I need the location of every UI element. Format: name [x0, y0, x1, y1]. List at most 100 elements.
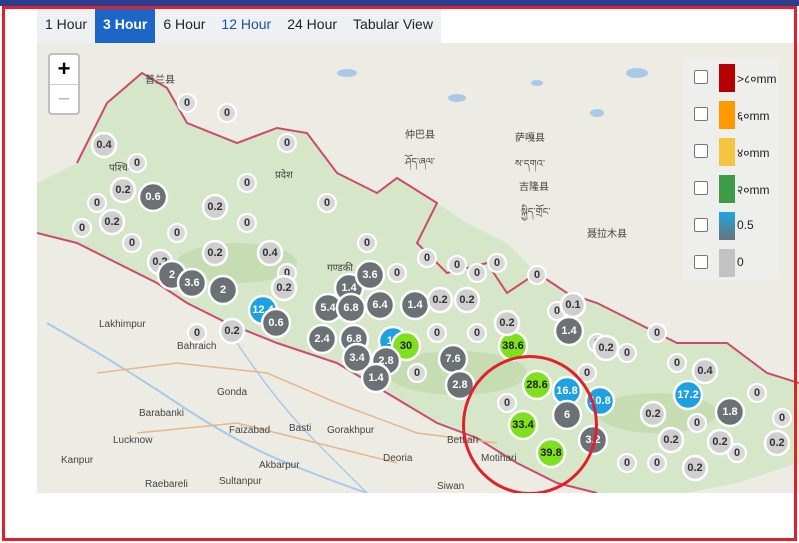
- station-marker-label: 3.6: [362, 269, 377, 281]
- rainfall-legend: >८०mm ६०mm ४०mm २०mm 0.5 0: [683, 58, 779, 280]
- station-marker-label: 33.4: [512, 419, 534, 431]
- station-marker-label: 0.1: [565, 299, 580, 311]
- station-marker-label: 0: [424, 252, 430, 264]
- place-label: ཤོད་ཞལ་: [404, 154, 435, 170]
- station-marker-label: 0: [364, 237, 370, 249]
- station-marker-label: 0.6: [268, 317, 283, 329]
- station-marker-label: 0.2: [207, 247, 222, 259]
- tab-12-hour[interactable]: 12 Hour: [213, 7, 279, 43]
- legend-label: >८०mm: [737, 72, 777, 86]
- legend-checkbox[interactable]: [694, 181, 708, 195]
- place-label: Basti: [289, 423, 311, 434]
- station-marker-label: 0: [474, 327, 480, 339]
- station-marker-label: 30: [400, 340, 412, 352]
- station-marker-label: 1.4: [368, 372, 384, 384]
- place-label: Akbarpur: [259, 460, 300, 471]
- tab-24-hour[interactable]: 24 Hour: [279, 7, 345, 43]
- lake-shape: [590, 109, 604, 117]
- tab-6-hour[interactable]: 6 Hour: [155, 7, 213, 43]
- station-marker-label: 6: [564, 409, 570, 421]
- zoom-in-button[interactable]: +: [50, 55, 78, 85]
- legend-row: >८०mm: [683, 60, 779, 92]
- station-marker-label: 0: [654, 327, 660, 339]
- place-label: Gorakhpur: [327, 425, 375, 436]
- station-marker-label: 6.4: [372, 299, 388, 311]
- station-marker-label: 0.2: [499, 317, 514, 329]
- station-marker-label: 0: [244, 217, 250, 229]
- station-marker-label: 0.2: [459, 294, 474, 306]
- station-marker-label: 0: [79, 222, 85, 234]
- station-marker-label: 0: [324, 197, 330, 209]
- legend-swatch: [719, 101, 735, 129]
- station-marker-label: 28.6: [526, 379, 547, 391]
- time-range-tabs: 1 Hour 3 Hour 6 Hour 12 Hour 24 Hour Tab…: [37, 7, 441, 43]
- station-marker-label: 0: [754, 387, 760, 399]
- station-marker-label: 0.2: [645, 408, 660, 420]
- legend-label: ६०mm: [737, 109, 770, 123]
- legend-row: २०mm: [683, 171, 779, 203]
- station-marker-label: 0.2: [432, 294, 447, 306]
- place-label: Siwan: [437, 481, 464, 492]
- legend-row: 0: [683, 245, 779, 277]
- station-marker-label: 0: [194, 327, 200, 339]
- place-label: Motihari: [481, 453, 517, 464]
- station-marker-label: 0.4: [697, 365, 713, 377]
- legend-checkbox[interactable]: [694, 107, 708, 121]
- station-marker-label: 7.6: [445, 353, 460, 365]
- tab-1-hour[interactable]: 1 Hour: [37, 7, 95, 43]
- legend-checkbox[interactable]: [694, 70, 708, 84]
- legend-label: 0.5: [737, 218, 754, 232]
- station-marker-label: 0: [624, 347, 630, 359]
- legend-row: ६०mm: [683, 97, 779, 129]
- legend-row: ४०mm: [683, 134, 779, 166]
- station-marker-label: 0.2: [687, 462, 702, 474]
- place-label: Lakhimpur: [99, 319, 146, 330]
- station-marker-label: 1.4: [561, 325, 577, 337]
- station-marker-label: 1.8: [722, 406, 737, 418]
- place-label: Lucknow: [113, 435, 153, 446]
- station-marker-label: 2.8: [452, 379, 467, 391]
- station-marker-label: 38.6: [502, 340, 523, 352]
- station-marker-label: 2.4: [314, 333, 330, 345]
- place-label: 吉隆县: [519, 180, 549, 193]
- place-label: Barabanki: [139, 408, 184, 419]
- place-label: Raebareli: [145, 479, 188, 490]
- legend-row: 0.5: [683, 208, 779, 240]
- station-marker-label: 0: [434, 327, 440, 339]
- legend-checkbox[interactable]: [694, 144, 708, 158]
- station-marker-label: 0: [494, 257, 500, 269]
- tab-3-hour[interactable]: 3 Hour: [95, 7, 156, 43]
- lake-shape: [337, 69, 357, 77]
- station-marker-label: 3.6: [184, 277, 199, 289]
- station-marker-label: 0.2: [663, 434, 678, 446]
- station-marker-label: 39.8: [540, 447, 561, 459]
- station-marker-label: 0: [654, 457, 660, 469]
- legend-checkbox[interactable]: [694, 255, 708, 269]
- station-marker-label: 6.8: [343, 302, 358, 314]
- place-label: Sultanpur: [219, 476, 262, 487]
- station-marker-label: 5.4: [320, 302, 336, 314]
- zoom-out-button[interactable]: −: [50, 85, 78, 114]
- station-marker-label: 0: [454, 259, 460, 271]
- station-marker-label: 0: [414, 367, 420, 379]
- place-label: 仲巴县: [405, 128, 435, 141]
- legend-swatch: [719, 249, 735, 277]
- station-marker-label: 0.4: [262, 247, 278, 259]
- place-label: गण्डकी: [327, 262, 353, 274]
- page-footer-space: [0, 493, 799, 543]
- top-accent-bar: [0, 0, 799, 6]
- place-label: Deoria: [383, 453, 413, 464]
- station-marker-label: 0: [504, 397, 510, 409]
- station-marker-label: 16.8: [556, 385, 577, 397]
- place-label: 萨嘎县: [515, 132, 545, 144]
- station-marker-label: 0: [534, 269, 540, 281]
- station-marker-label: 0: [129, 237, 135, 249]
- station-marker-label: 0: [694, 417, 700, 429]
- legend-label: 0: [737, 255, 744, 269]
- place-label: 聂拉木县: [587, 227, 627, 240]
- legend-checkbox[interactable]: [694, 218, 708, 232]
- station-marker-label: 0: [474, 267, 480, 279]
- lake-shape: [626, 68, 648, 78]
- lake-shape: [531, 80, 543, 86]
- tab-tabular-view[interactable]: Tabular View: [345, 7, 441, 43]
